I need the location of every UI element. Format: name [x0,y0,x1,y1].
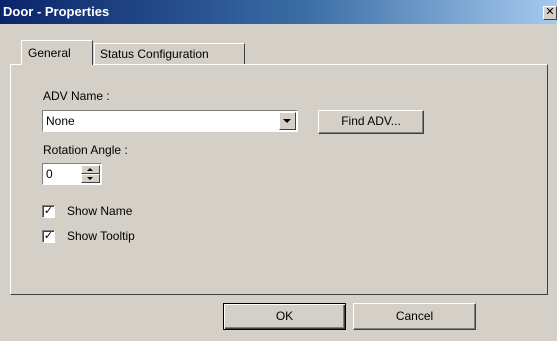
show-name-label: Show Name [67,204,133,218]
ok-button[interactable]: OK [223,303,346,330]
chevron-down-icon[interactable] [279,112,296,130]
spin-down-icon[interactable] [81,174,100,183]
tab-status-configuration[interactable]: Status Configuration [94,43,245,65]
show-name-checkbox[interactable]: ✓ [42,205,55,218]
spin-up-icon[interactable] [81,165,100,174]
adv-name-dropdown[interactable]: None [42,110,298,132]
rotation-angle-label: Rotation Angle : [43,143,128,157]
find-adv-button[interactable]: Find ADV... [318,110,424,134]
show-tooltip-checkbox[interactable]: ✓ [42,230,55,243]
door-properties-dialog: Door - Properties ✕ General Status Confi… [0,0,557,341]
rotation-angle-spinner[interactable]: 0 [42,163,102,185]
window-title: Door - Properties [3,4,110,19]
title-bar[interactable]: Door - Properties ✕ [0,0,557,24]
cancel-button[interactable]: Cancel [353,303,476,330]
spinner-buttons [81,165,100,183]
close-icon[interactable]: ✕ [543,6,557,20]
adv-name-label: ADV Name : [43,89,110,103]
adv-name-value: None [46,114,75,128]
tab-general[interactable]: General [21,40,93,65]
rotation-angle-value: 0 [46,167,53,181]
show-tooltip-label: Show Tooltip [67,229,135,243]
